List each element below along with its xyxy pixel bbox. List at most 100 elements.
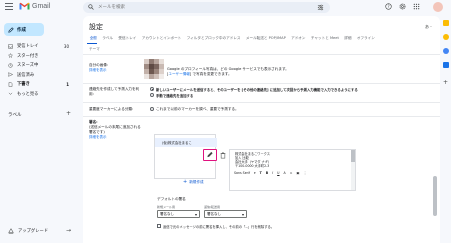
- tab-chat-meet[interactable]: チャットと Meet: [308, 36, 341, 41]
- italic-icon[interactable]: I: [272, 171, 273, 175]
- picture-change-hint: [ユーザー情報] で写真を変更できます。: [167, 72, 232, 76]
- new-email-label: 新規メール用: [157, 205, 176, 209]
- search-options-icon[interactable]: [317, 4, 324, 11]
- upgrade-button[interactable]: アップグレード: [8, 228, 48, 234]
- contacts-label: 連絡先を作成して予測入力を利: [89, 87, 140, 91]
- send-icon: [8, 72, 13, 77]
- signature-label: 署名:: [89, 120, 98, 124]
- manual-contacts-option: 手動で連絡先を追加する: [156, 94, 194, 98]
- signature-editor-content[interactable]: 株式会社まるこワークス 加入 比較 会社大手（ヤマダ ナギ） 〒100-0000…: [235, 152, 271, 168]
- sidebar-item-label: スター付き: [17, 53, 39, 59]
- main-menu-icon[interactable]: [5, 3, 13, 11]
- add-addon-icon[interactable]: +: [443, 80, 449, 86]
- calendar-icon[interactable]: [443, 20, 449, 26]
- apps-grid-icon[interactable]: [413, 3, 420, 10]
- sidebar-item-sent[interactable]: 送信済み: [0, 71, 75, 79]
- importance-radio[interactable]: [150, 107, 154, 111]
- contacts-label-cont: 用:: [89, 92, 94, 96]
- sidebar-item-label: 下書き: [17, 82, 30, 87]
- input-tools-button[interactable]: あ -: [425, 24, 432, 30]
- create-new-signature-button[interactable]: + 新規作成: [183, 179, 204, 185]
- reply-signature-select[interactable]: 署名なし: [204, 210, 247, 218]
- editor-line: 〒100-0000 大手町2-3: [235, 164, 270, 168]
- more-formatting-icon[interactable]: ⋮: [303, 171, 306, 175]
- gmail-logo[interactable]: Gmail: [19, 2, 50, 10]
- text-color-icon[interactable]: A: [284, 171, 286, 175]
- sidebar-item-more[interactable]: もっと見る: [0, 90, 75, 98]
- search-input[interactable]: [98, 3, 298, 12]
- arrow-right-icon[interactable]: →: [66, 227, 71, 234]
- delete-signature-icon[interactable]: [220, 152, 226, 159]
- link-icon[interactable]: ∞: [290, 171, 293, 175]
- insert-signature-checkbox[interactable]: [157, 224, 161, 228]
- editor-scrollbar[interactable]: [351, 150, 355, 190]
- sidebar-item-inbox[interactable]: 受信トレイ 30: [0, 42, 75, 50]
- unread-count: 30: [63, 43, 69, 49]
- tab-accounts[interactable]: アカウントとインポート: [139, 36, 184, 41]
- tab-offline[interactable]: オフライン: [354, 36, 377, 41]
- reply-label: 返信/転送用: [204, 205, 221, 209]
- tab-general[interactable]: 全般: [87, 36, 100, 41]
- font-family-select[interactable]: Sans Serif: [234, 171, 250, 175]
- auto-add-contacts-option: 新しいユーザーにメールを送信すると、そのユーザーを [その他の連絡先] に追加し…: [156, 88, 358, 92]
- font-dropdown-icon[interactable]: ▾: [254, 171, 256, 175]
- manual-contacts-radio[interactable]: [150, 93, 154, 97]
- signature-sublabel-cont: 署名です): [89, 130, 105, 134]
- page-title: 設定: [89, 23, 103, 31]
- help-icon[interactable]: ?: [385, 3, 392, 10]
- tasks-icon[interactable]: [443, 48, 449, 54]
- bold-icon[interactable]: B: [266, 171, 268, 175]
- gmail-window: Gmail ? 作成 受信トレイ 30 スター付き スヌーズ中: [0, 0, 451, 243]
- divider: [83, 83, 440, 84]
- gmail-m-icon: [19, 2, 30, 10]
- tab-forwarding[interactable]: メール転送と POP/IMAP: [243, 36, 288, 41]
- search-bar[interactable]: [83, 2, 330, 13]
- divider: [83, 116, 440, 117]
- plus-icon: +: [183, 179, 188, 185]
- sidebar-item-starred[interactable]: スター付き: [0, 52, 75, 60]
- learn-more-link[interactable]: 詳細を表示: [89, 68, 107, 73]
- tab-inbox[interactable]: 受信トレイ: [116, 36, 139, 41]
- tab-advanced[interactable]: 詳細: [342, 36, 355, 41]
- font-size-icon[interactable]: T: [260, 171, 262, 175]
- create-new-label: 新規作成: [189, 179, 204, 184]
- edit-signature-name-button[interactable]: [203, 149, 217, 161]
- compose-label: 作成: [17, 27, 26, 33]
- sidebar-item-snoozed[interactable]: スヌーズ中: [0, 61, 75, 69]
- tab-themes[interactable]: テーマ: [89, 47, 100, 52]
- importance-text: これまで以前のマーカーを調べ、重要で予測する。: [156, 107, 239, 111]
- settings-gear-icon[interactable]: [399, 3, 406, 10]
- new-email-signature-select[interactable]: 署名なし: [157, 210, 200, 218]
- signature-list-item[interactable]: (仮)株式会社まるこ: [155, 138, 217, 147]
- my-picture-label: 自分の画像:: [89, 63, 109, 67]
- add-label-icon[interactable]: +: [66, 110, 71, 117]
- app-name: Gmail: [32, 2, 51, 10]
- underline-icon[interactable]: U: [277, 171, 279, 175]
- compose-button[interactable]: 作成: [4, 23, 44, 36]
- sidebar-item-label: 送信済み: [17, 72, 35, 78]
- auto-add-contacts-radio[interactable]: [150, 87, 154, 91]
- default-signature-heading: デフォルトの署名: [157, 197, 186, 201]
- sidebar-item-drafts[interactable]: 下書き 1: [0, 80, 75, 88]
- signature-name: (仮)株式会社まるこ: [162, 141, 192, 145]
- profile-picture[interactable]: [144, 59, 164, 79]
- svg-text:?: ?: [387, 4, 389, 9]
- pencil-icon: [206, 151, 213, 158]
- image-icon[interactable]: ▣: [296, 171, 299, 175]
- about-me-link[interactable]: ユーザー情報: [168, 72, 190, 76]
- tab-labels[interactable]: ラベル: [100, 36, 116, 41]
- draft-file-icon: [8, 81, 13, 87]
- tab-filters[interactable]: フィルタとブロック中のアドレス: [184, 36, 243, 41]
- tab-addons[interactable]: アドオン: [288, 36, 308, 41]
- keep-icon[interactable]: [443, 34, 449, 40]
- active-tab-indicator: [87, 43, 97, 44]
- sidebar-nav: 受信トレイ 30 スター付き スヌーズ中 送信済み 下書き 1 もっと見る: [0, 42, 75, 99]
- page-scrollbar[interactable]: [432, 36, 438, 241]
- draft-count: 1: [66, 81, 69, 87]
- contacts-icon[interactable]: [443, 62, 449, 68]
- search-icon[interactable]: [88, 4, 94, 10]
- divider: [83, 54, 440, 55]
- account-avatar[interactable]: [433, 2, 443, 12]
- signature-learn-more-link[interactable]: 詳細を表示: [89, 135, 107, 140]
- upgrade-label: アップグレード: [18, 229, 49, 234]
